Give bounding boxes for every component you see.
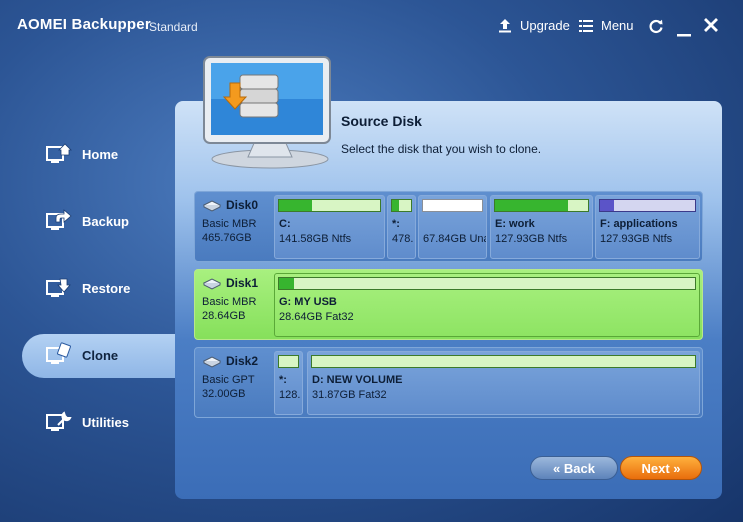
partition-f-applications[interactable]: F: applications 127.93GB Ntfs — [595, 195, 700, 259]
disk-size: 28.64GB — [202, 310, 246, 322]
refresh-icon — [649, 19, 663, 34]
menu-label: Menu — [601, 18, 634, 33]
partition-size: 28.64GB Fat32 — [279, 311, 354, 323]
partition-usage-bar — [494, 199, 589, 212]
upgrade-button[interactable]: Upgrade — [498, 18, 570, 33]
partition-usage-fill — [600, 200, 615, 211]
partition-size: 31.87GB Fat32 — [312, 389, 387, 401]
partition-name: C: — [279, 218, 291, 230]
partition-size: 127.93GB Ntfs — [495, 233, 568, 245]
double-right-arrow-icon: » — [669, 460, 681, 476]
app-title: AOMEI Backupper — [17, 16, 151, 33]
partition-usage-bar — [278, 199, 381, 212]
disk-name: Disk2 — [226, 354, 259, 368]
back-label: Back — [563, 460, 595, 476]
nav-label-home: Home — [82, 147, 119, 162]
partition-size: 128. — [279, 389, 301, 401]
disk-row-disk1[interactable]: Disk1 Basic MBR 28.64GB G: MY USB 28.64G… — [194, 269, 703, 340]
disk-icon — [202, 356, 222, 368]
restore-icon — [46, 278, 71, 297]
refresh-button[interactable] — [648, 18, 664, 39]
partition-usage-bar — [599, 199, 696, 212]
menu-button[interactable]: Menu — [579, 18, 634, 33]
partition-name: G: MY USB — [279, 296, 337, 308]
partition-usage-bar — [278, 355, 299, 368]
page-description: Select the disk that you wish to clone. — [341, 142, 542, 156]
nav-label-utilities: Utilities — [82, 415, 129, 430]
nav-item-utilities[interactable]: Utilities — [0, 401, 175, 445]
nav-label-clone: Clone — [82, 348, 119, 363]
partition-usage-bar — [391, 199, 412, 212]
disk-size: 465.76GB — [202, 232, 252, 244]
partition-name: D: NEW VOLUME — [312, 374, 403, 386]
home-icon — [46, 143, 72, 163]
close-icon — [704, 18, 718, 32]
nav-item-backup[interactable]: Backup — [0, 200, 175, 244]
partition-usage-fill — [279, 200, 313, 211]
partition-usage-fill — [392, 200, 399, 211]
clone-icon — [46, 342, 71, 364]
partition-unallocated[interactable]: 67.84GB Una — [418, 195, 487, 259]
partition-star-2[interactable]: *: 128. — [274, 351, 303, 415]
nav-item-clone[interactable]: Clone — [22, 334, 182, 378]
nav-item-home[interactable]: Home — [0, 133, 175, 177]
double-left-arrow-icon: « — [553, 460, 564, 476]
upgrade-label: Upgrade — [520, 18, 570, 33]
disk-icon — [202, 200, 222, 212]
disk-name: Disk1 — [226, 276, 259, 290]
next-button[interactable]: Next » — [620, 456, 702, 480]
minimize-icon — [677, 34, 691, 37]
back-button[interactable]: « Back — [530, 456, 618, 480]
partition-d-new-volume[interactable]: D: NEW VOLUME 31.87GB Fat32 — [307, 351, 700, 415]
partition-c[interactable]: C: 141.58GB Ntfs — [274, 195, 385, 259]
upgrade-icon — [499, 19, 511, 33]
menu-icon — [579, 19, 593, 32]
nav-item-restore[interactable]: Restore — [0, 267, 175, 311]
partition-usage-fill — [495, 200, 568, 211]
disk-row-disk2[interactable]: Disk2 Basic GPT 32.00GB *: 128. D: NEW V… — [194, 347, 703, 418]
partition-name: *: — [279, 374, 287, 386]
partition-e-work[interactable]: E: work 127.93GB Ntfs — [490, 195, 593, 259]
partition-name: F: applications — [600, 218, 678, 230]
backup-icon — [46, 209, 72, 230]
disk-type: Basic MBR — [202, 218, 257, 230]
partition-size: 67.84GB Una — [423, 233, 487, 245]
nav-label-backup: Backup — [82, 214, 129, 229]
disk-type: Basic GPT — [202, 374, 255, 386]
partition-name: E: work — [495, 218, 535, 230]
app-window: AOMEI Backupper Standard Upgrade Menu Ho… — [0, 0, 743, 522]
disk-name: Disk0 — [226, 198, 259, 212]
next-label: Next — [641, 460, 670, 476]
disk-size: 32.00GB — [202, 388, 246, 400]
partition-g-my-usb[interactable]: G: MY USB 28.64GB Fat32 — [274, 273, 700, 337]
close-button[interactable] — [704, 18, 718, 37]
disk-row-disk0[interactable]: Disk0 Basic MBR 465.76GB C: 141.58GB Ntf… — [194, 191, 703, 262]
disk-type: Basic MBR — [202, 296, 257, 308]
app-edition: Standard — [149, 20, 198, 34]
page-title: Source Disk — [341, 113, 422, 129]
partition-usage-bar — [278, 277, 696, 290]
nav-label-restore: Restore — [82, 281, 131, 296]
partition-size: 478. — [392, 233, 414, 245]
partition-usage-bar — [422, 199, 483, 212]
utilities-icon — [46, 411, 72, 431]
partition-name: *: — [392, 218, 400, 230]
partition-usage-fill — [279, 278, 294, 289]
title-bar: AOMEI Backupper Standard Upgrade Menu — [0, 0, 743, 52]
partition-star-1[interactable]: *: 478. — [387, 195, 416, 259]
partition-size: 141.58GB Ntfs — [279, 233, 352, 245]
partition-size: 127.93GB Ntfs — [600, 233, 673, 245]
partition-usage-bar — [311, 355, 696, 368]
disk-icon — [202, 278, 222, 290]
disk-monitor-icon — [203, 56, 331, 169]
minimize-button[interactable] — [677, 25, 691, 43]
